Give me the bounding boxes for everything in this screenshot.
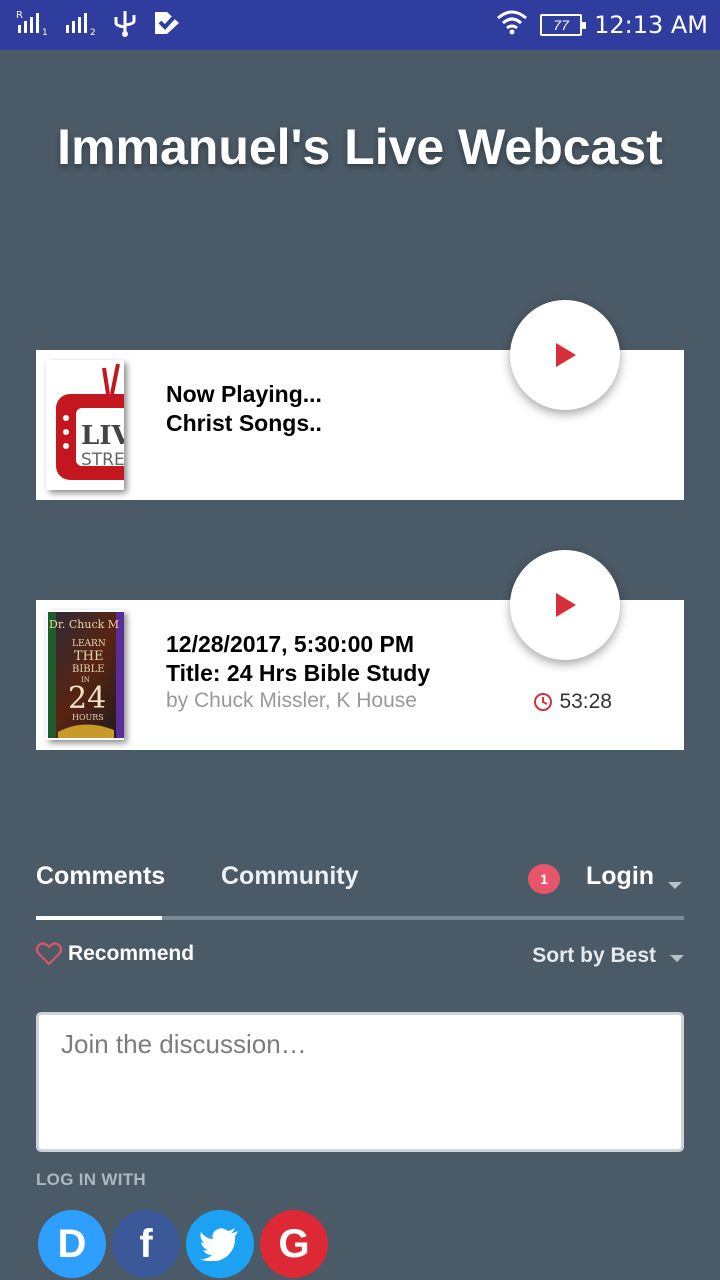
page-title: Immanuel's Live Webcast bbox=[57, 119, 663, 175]
live-stream-thumbnail: LIV STREA bbox=[46, 360, 124, 490]
chevron-down-icon[interactable] bbox=[668, 882, 682, 889]
thumb-24-text: 24 bbox=[68, 681, 106, 716]
discussion-input[interactable]: Join the discussion… bbox=[36, 1012, 684, 1152]
svg-text:R: R bbox=[16, 10, 23, 21]
facebook-login-button[interactable]: f bbox=[112, 1210, 180, 1278]
svg-text:2: 2 bbox=[90, 28, 96, 37]
wifi-icon bbox=[496, 9, 528, 42]
thumb-author-text: Dr. Chuck M bbox=[49, 618, 119, 631]
episode-info: 12/28/2017, 5:30:00 PM Title: 24 Hrs Bib… bbox=[166, 630, 430, 714]
notification-badge[interactable]: 1 bbox=[528, 864, 560, 894]
tab-comments[interactable]: Comments bbox=[36, 862, 165, 891]
signal-1-icon: R 1 bbox=[16, 9, 50, 42]
thumb-bible-text: BIBLE bbox=[72, 664, 105, 675]
sort-dropdown[interactable]: Sort by Best bbox=[532, 944, 656, 968]
heart-icon bbox=[36, 942, 62, 966]
active-tab-indicator bbox=[36, 916, 162, 920]
play-icon bbox=[556, 343, 576, 367]
play-icon bbox=[556, 593, 576, 617]
status-bar: R 1 2 77 12:13 AM bbox=[0, 0, 720, 50]
facebook-icon: f bbox=[139, 1221, 153, 1266]
google-login-button[interactable]: G bbox=[260, 1210, 328, 1278]
signal-2-icon: 2 bbox=[64, 9, 98, 42]
tab-community[interactable]: Community bbox=[221, 862, 359, 891]
disqus-login-button[interactable]: D bbox=[38, 1210, 106, 1278]
episode-datetime: 12/28/2017, 5:30:00 PM bbox=[166, 631, 415, 657]
thumb-the-text: THE bbox=[74, 649, 104, 664]
battery-level: 77 bbox=[553, 17, 569, 33]
episode-author: by Chuck Missler, K House bbox=[166, 689, 417, 712]
now-playing-info: Now Playing... Christ Songs.. bbox=[166, 380, 322, 438]
comment-actions-row: Recommend Sort by Best bbox=[36, 942, 684, 974]
thumb-live-text: LIV bbox=[81, 421, 124, 451]
chevron-down-icon[interactable] bbox=[670, 955, 684, 962]
episode-duration: 53:28 bbox=[533, 690, 612, 714]
comments-tabs: Comments Community 1 Login bbox=[36, 862, 684, 922]
thumb-hours-text: HOURS bbox=[72, 713, 104, 722]
disqus-icon: D bbox=[57, 1221, 87, 1266]
duration-text: 53:28 bbox=[559, 690, 612, 713]
thumb-learn-text: LEARN bbox=[72, 639, 106, 649]
play-episode-button[interactable] bbox=[510, 550, 620, 660]
google-icon: G bbox=[278, 1221, 310, 1266]
app-check-icon bbox=[152, 9, 182, 42]
clock-icon bbox=[534, 693, 553, 711]
play-live-button[interactable] bbox=[510, 300, 620, 410]
svg-text:1: 1 bbox=[42, 28, 48, 37]
now-playing-label: Now Playing... bbox=[166, 381, 322, 407]
social-login-row: D f G bbox=[38, 1210, 328, 1278]
usb-icon bbox=[112, 9, 138, 42]
now-playing-title: Christ Songs.. bbox=[166, 410, 322, 436]
bible-study-thumbnail: Dr. Chuck M LEARN THE BIBLE IN 24 HOURS bbox=[46, 610, 124, 740]
thumb-stream-text: STREA bbox=[81, 450, 124, 470]
episode-title: Title: 24 Hrs Bible Study bbox=[166, 660, 431, 686]
login-button[interactable]: Login bbox=[586, 862, 654, 891]
twitter-icon bbox=[200, 1228, 238, 1261]
battery-icon: 77 bbox=[540, 14, 587, 36]
login-with-label: LOG IN WITH bbox=[36, 1170, 147, 1189]
clock: 12:13 AM bbox=[594, 11, 708, 39]
recommend-label: Recommend bbox=[68, 942, 195, 965]
recommend-button[interactable]: Recommend bbox=[36, 942, 194, 966]
twitter-login-button[interactable] bbox=[186, 1210, 254, 1278]
